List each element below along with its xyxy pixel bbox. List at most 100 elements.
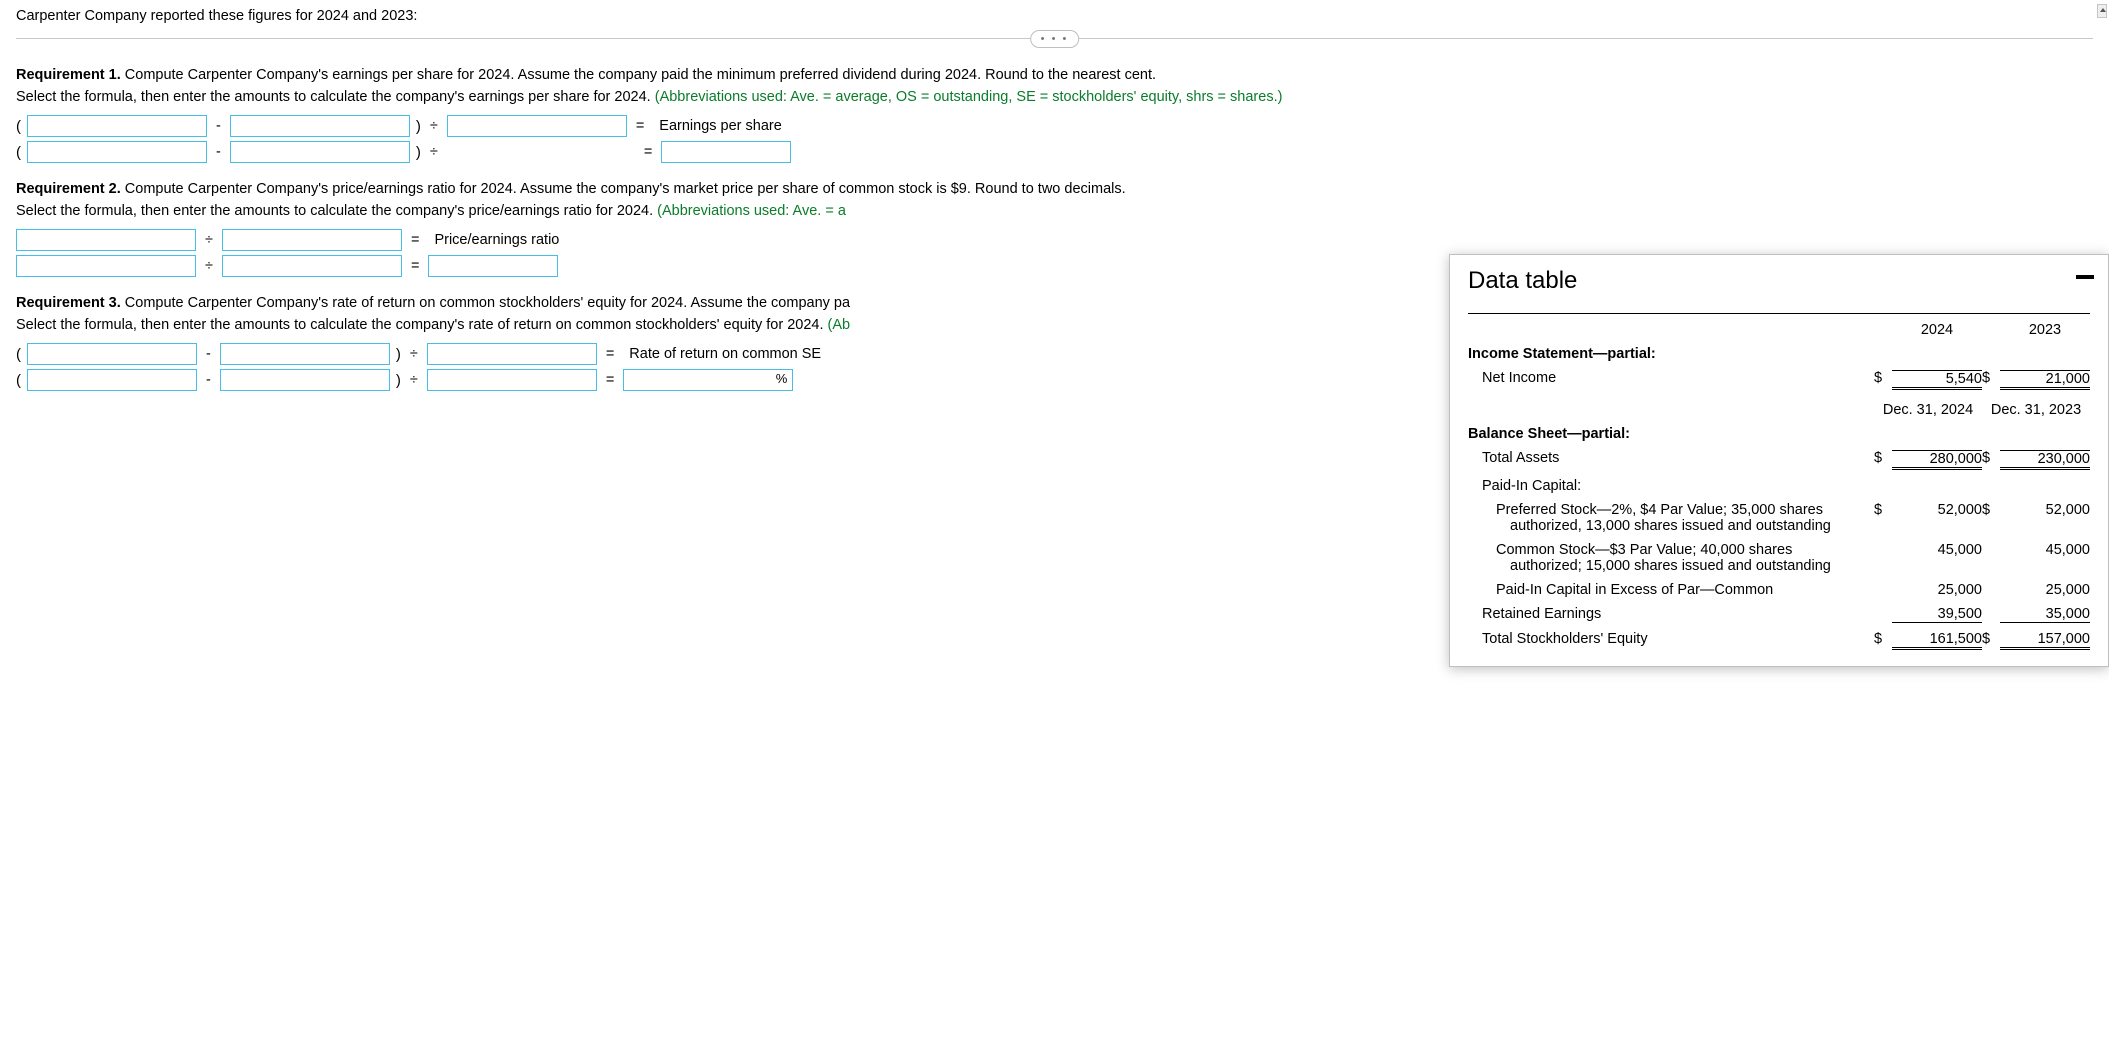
minus: - xyxy=(213,118,224,134)
col-date-2023: Dec. 31, 2023 xyxy=(1982,402,2090,418)
req2-select-line: Select the formula, then enter the amoun… xyxy=(16,203,2093,219)
minus: - xyxy=(203,346,214,362)
rparen: ) xyxy=(396,346,401,363)
total-se-row: Total Stockholders' Equity $ 161,500 $ 1… xyxy=(1468,627,2090,654)
rparen: ) xyxy=(396,372,401,389)
total-assets-2023: 230,000 xyxy=(2000,450,2090,470)
req3-val-a[interactable] xyxy=(27,369,197,391)
equals: = xyxy=(603,372,617,388)
minus: - xyxy=(203,372,214,388)
req2-text: Compute Carpenter Company's price/earnin… xyxy=(121,181,1126,197)
req1-term-c[interactable] xyxy=(447,115,627,137)
req3-select-prefix: Select the formula, then enter the amoun… xyxy=(16,317,828,333)
data-table-title: Data table xyxy=(1468,267,2090,295)
equals: = xyxy=(641,144,655,160)
pref-line1: Preferred Stock—2%, $4 Par Value; 35,000… xyxy=(1496,502,1823,518)
ellipsis-pill[interactable]: • • • xyxy=(1030,30,1080,48)
preferred-row: Preferred Stock—2%, $4 Par Value; 35,000… xyxy=(1468,498,2090,538)
common-2024: 45,000 xyxy=(1892,542,1982,558)
req3-title: Requirement 3. xyxy=(16,295,121,311)
divide: ÷ xyxy=(427,144,441,160)
common-2023: 45,000 xyxy=(2000,542,2090,558)
pref-2024: 52,000 xyxy=(1892,502,1982,518)
req1-term-a[interactable] xyxy=(27,115,207,137)
requirement-1: Requirement 1. Compute Carpenter Company… xyxy=(16,67,2093,83)
col-2023: 2023 xyxy=(2000,322,2090,338)
requirement-2: Requirement 2. Compute Carpenter Company… xyxy=(16,181,2093,197)
retained-earnings-row: Retained Earnings 39,500 35,000 xyxy=(1468,602,2090,627)
common-line1: Common Stock—$3 Par Value; 40,000 shares xyxy=(1496,542,1792,558)
data-table-modal: Data table 2024 2023 Income Statement—pa… xyxy=(1449,254,2109,667)
paid-in-header: Paid-In Capital: xyxy=(1468,474,2090,498)
req3-val-c[interactable] xyxy=(427,369,597,391)
tse-2023: 157,000 xyxy=(2000,631,2090,650)
apic-row: Paid-In Capital in Excess of Par—Common … xyxy=(1468,578,2090,602)
minimize-icon[interactable] xyxy=(2076,269,2098,283)
req2-formula-row-1: ÷ = Price/earnings ratio xyxy=(16,229,2093,251)
equals: = xyxy=(603,346,617,362)
tse-2024: 161,500 xyxy=(1892,631,1982,650)
common-line2: authorized; 15,000 shares issued and out… xyxy=(1496,558,1831,574)
equals: = xyxy=(633,118,647,134)
req3-result-label: Rate of return on common SE xyxy=(629,346,821,362)
re-2023: 35,000 xyxy=(2000,606,2090,623)
req1-formula-row-1: ( - ) ÷ = Earnings per share xyxy=(16,115,2093,137)
req3-val-b[interactable] xyxy=(220,369,390,391)
minus: - xyxy=(213,144,224,160)
intro-text: Carpenter Company reported these figures… xyxy=(16,8,2093,24)
req2-val-b[interactable] xyxy=(222,255,402,277)
req3-term-b[interactable] xyxy=(220,343,390,365)
col-date-2024: Dec. 31, 2024 xyxy=(1874,402,1982,418)
rparen: ) xyxy=(416,118,421,135)
req1-val-a[interactable] xyxy=(27,141,207,163)
pref-2023: 52,000 xyxy=(2000,502,2090,518)
rparen: ) xyxy=(416,144,421,161)
total-assets-2024: 280,000 xyxy=(1892,450,1982,470)
year-header-row: 2024 2023 xyxy=(1468,318,2090,342)
divide: ÷ xyxy=(407,346,421,362)
req1-select-prefix: Select the formula, then enter the amoun… xyxy=(16,89,655,105)
req2-result[interactable] xyxy=(428,255,558,277)
req2-result-label: Price/earnings ratio xyxy=(434,232,559,248)
net-income-row: Net Income $ 5,540 $ 21,000 xyxy=(1468,366,2090,394)
divide: ÷ xyxy=(407,372,421,388)
req1-result-label: Earnings per share xyxy=(659,118,782,134)
req1-result[interactable] xyxy=(661,141,791,163)
income-header: Income Statement—partial: xyxy=(1468,342,2090,366)
apic-2023: 25,000 xyxy=(2000,582,2090,598)
balance-header: Balance Sheet—partial: xyxy=(1468,422,2090,446)
divide: ÷ xyxy=(427,118,441,134)
net-income-2023: 21,000 xyxy=(2000,370,2090,390)
req1-val-b[interactable] xyxy=(230,141,410,163)
req1-formula-row-2: ( - ) ÷ = xyxy=(16,141,2093,163)
lparen: ( xyxy=(16,346,21,363)
req3-abbr: (Ab xyxy=(828,317,851,333)
req3-term-a[interactable] xyxy=(27,343,197,365)
common-row: Common Stock—$3 Par Value; 40,000 shares… xyxy=(1468,538,2090,578)
date-header-row: Dec. 31, 2024 Dec. 31, 2023 xyxy=(1468,398,2090,422)
pref-line2: authorized, 13,000 shares issued and out… xyxy=(1496,518,1831,534)
divider: • • • xyxy=(16,38,2093,39)
total-assets-row: Total Assets $ 280,000 $ 230,000 xyxy=(1468,446,2090,474)
req2-term-b[interactable] xyxy=(222,229,402,251)
lparen: ( xyxy=(16,144,21,161)
re-2024: 39,500 xyxy=(1892,606,1982,623)
req3-text: Compute Carpenter Company's rate of retu… xyxy=(121,295,850,311)
req1-text: Compute Carpenter Company's earnings per… xyxy=(121,67,1156,83)
apic-2024: 25,000 xyxy=(1892,582,1982,598)
lparen: ( xyxy=(16,372,21,389)
req1-term-b[interactable] xyxy=(230,115,410,137)
scroll-up-icon[interactable] xyxy=(2097,4,2107,18)
col-2024: 2024 xyxy=(1892,322,1982,338)
lparen: ( xyxy=(16,118,21,135)
req2-abbr: (Abbreviations used: Ave. = a xyxy=(657,203,846,219)
req2-title: Requirement 2. xyxy=(16,181,121,197)
req3-result[interactable] xyxy=(623,369,793,391)
divide: ÷ xyxy=(202,232,216,248)
req2-val-a[interactable] xyxy=(16,255,196,277)
req3-term-c[interactable] xyxy=(427,343,597,365)
divide: ÷ xyxy=(202,258,216,274)
req2-term-a[interactable] xyxy=(16,229,196,251)
req1-abbr: (Abbreviations used: Ave. = average, OS … xyxy=(655,89,1283,105)
req2-select-prefix: Select the formula, then enter the amoun… xyxy=(16,203,657,219)
